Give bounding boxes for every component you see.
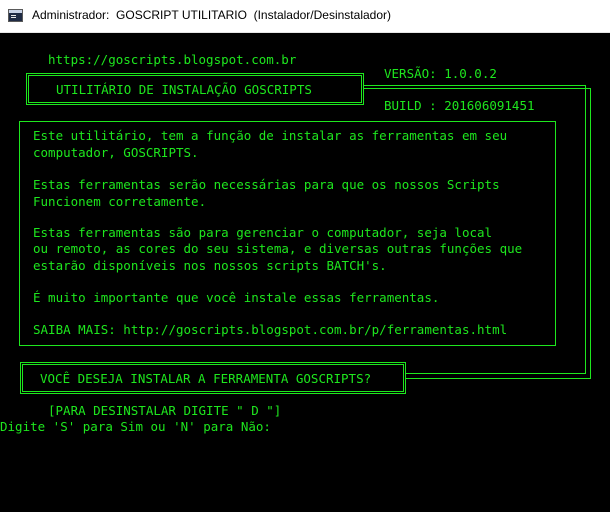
info-link-line: SAIBA MAIS: http://goscripts.blogspot.co… (33, 322, 508, 337)
info-line: computador, GOSCRIPTS. (33, 145, 199, 160)
info-line: É muito importante que você instale essa… (33, 290, 440, 305)
console-window-icon (8, 9, 23, 22)
info-line: Estas ferramentas são para gerenciar o c… (33, 225, 493, 240)
frame-connector-top (364, 85, 585, 86)
info-line: Estas ferramentas serão necessárias para… (33, 177, 500, 192)
frame-connector-right (590, 88, 591, 379)
frame-connector-bottom (405, 373, 586, 374)
build-label: BUILD : 201606091451 (384, 98, 535, 113)
info-line: ou remoto, as cores do seu sistema, e di… (33, 241, 523, 256)
window-title-bar[interactable]: Administrador: GOSCRIPT UTILITARIO (Inst… (0, 0, 610, 33)
info-line: Funcionem corretamente. (33, 194, 207, 209)
input-prompt[interactable]: Digite 'S' para Sim ou 'N' para Não: (0, 419, 271, 434)
console-area[interactable]: https://goscripts.blogspot.com.br UTILIT… (0, 33, 610, 512)
frame-connector-top (364, 88, 591, 89)
site-url: https://goscripts.blogspot.com.br (48, 52, 297, 67)
version-label: VERSÃO: 1.0.0.2 (384, 66, 497, 81)
info-line: Este utilitário, tem a função de instala… (33, 128, 508, 143)
frame-connector-bottom (405, 378, 591, 379)
question-text: VOCÊ DESEJA INSTALAR A FERRAMENTA GOSCRI… (40, 371, 372, 386)
window-title: Administrador: GOSCRIPT UTILITARIO (Inst… (32, 8, 391, 22)
frame-connector-right (585, 85, 586, 373)
info-line: estarão disponíveis nos nossos scripts B… (33, 258, 387, 273)
uninstall-hint: [PARA DESINSTALAR DIGITE " D "] (48, 403, 282, 418)
header-title: UTILITÁRIO DE INSTALAÇÃO GOSCRIPTS (56, 82, 312, 97)
